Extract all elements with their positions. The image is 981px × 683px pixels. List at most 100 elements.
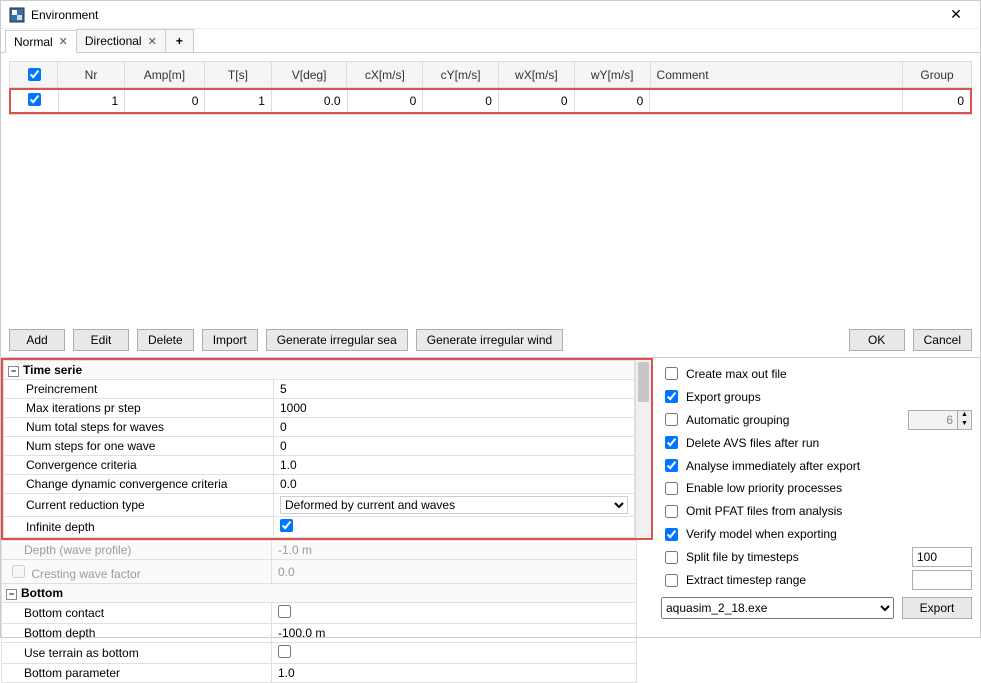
col-wy[interactable]: wY[m/s] <box>574 62 650 88</box>
cancel-button[interactable]: Cancel <box>913 329 972 351</box>
tab-label: Normal <box>14 35 53 49</box>
opt-analyse[interactable]: Analyse immediately after export <box>661 456 972 475</box>
prop-value[interactable]: 0.0 <box>274 475 635 494</box>
spinner-value: 6 <box>909 413 957 427</box>
import-button[interactable]: Import <box>202 329 258 351</box>
cell-group[interactable]: 0 <box>902 89 971 113</box>
prop-value: -1.0 m <box>272 541 637 560</box>
environment-row-highlight: 1 0 1 0.0 0 0 0 0 0 <box>9 88 972 114</box>
col-amp[interactable]: Amp[m] <box>124 62 204 88</box>
tab-normal[interactable]: Normal ✕ <box>5 30 77 53</box>
opt-export-groups[interactable]: Export groups <box>661 387 972 406</box>
opt-omit-pfat[interactable]: Omit PFAT files from analysis <box>661 502 972 521</box>
cell-cy[interactable]: 0 <box>423 89 499 113</box>
use-terrain-check[interactable] <box>278 645 291 658</box>
prop-label: Infinite depth <box>4 517 274 538</box>
section-time-serie[interactable]: −Time serie <box>4 361 635 380</box>
delete-button[interactable]: Delete <box>137 329 194 351</box>
app-icon <box>9 7 25 23</box>
prop-value[interactable]: Deformed by current and waves <box>274 494 635 517</box>
opt-low-priority[interactable]: Enable low priority processes <box>661 479 972 498</box>
col-nr[interactable]: Nr <box>58 62 125 88</box>
prop-value[interactable]: 0 <box>274 418 635 437</box>
col-comment[interactable]: Comment <box>650 62 903 88</box>
cell-wy[interactable]: 0 <box>574 89 650 113</box>
col-cy[interactable]: cY[m/s] <box>423 62 499 88</box>
opt-delete-avs[interactable]: Delete AVS files after run <box>661 433 972 452</box>
infinite-depth-check[interactable] <box>280 519 293 532</box>
split-file-value[interactable] <box>912 547 972 567</box>
opt-verify-model[interactable]: Verify model when exporting <box>661 525 972 544</box>
table-empty-area[interactable] <box>9 115 972 315</box>
environment-table: Nr Amp[m] T[s] V[deg] cX[m/s] cY[m/s] wX… <box>9 61 972 88</box>
prop-label: Current reduction type <box>4 494 274 517</box>
cell-cx[interactable]: 0 <box>347 89 423 113</box>
properties-scrollbar[interactable] <box>635 360 651 538</box>
col-wx[interactable]: wX[m/s] <box>499 62 575 88</box>
properties-grid: −Time serie Preincrement5 Max iterations… <box>3 360 635 538</box>
cell-comment[interactable] <box>650 89 902 113</box>
opt-create-max[interactable]: Create max out file <box>661 364 972 383</box>
prop-value[interactable]: 1000 <box>274 399 635 418</box>
cell-t[interactable]: 1 <box>205 89 272 113</box>
scrollbar-thumb[interactable] <box>638 362 649 402</box>
opt-auto-grouping[interactable]: Automatic grouping <box>661 410 902 429</box>
tab-add[interactable]: + <box>165 29 194 52</box>
col-group[interactable]: Group <box>903 62 972 88</box>
prop-value[interactable]: 1.0 <box>272 664 637 683</box>
cresting-check <box>12 565 25 578</box>
tab-close-icon[interactable]: ✕ <box>59 35 68 48</box>
tab-label: Directional <box>85 34 142 48</box>
collapse-icon[interactable]: − <box>8 366 19 377</box>
prop-value[interactable]: 5 <box>274 380 635 399</box>
prop-label: Bottom contact <box>2 603 272 624</box>
close-icon[interactable]: ✕ <box>940 6 972 23</box>
tab-close-icon[interactable]: ✕ <box>148 35 157 48</box>
auto-grouping-spinner: 6 ▲▼ <box>908 410 972 430</box>
prop-label: Change dynamic convergence criteria <box>4 475 274 494</box>
table-row[interactable]: 1 0 1 0.0 0 0 0 0 0 <box>10 89 971 113</box>
bottom-contact-check[interactable] <box>278 605 291 618</box>
collapse-icon[interactable]: − <box>6 589 17 600</box>
row-check[interactable] <box>28 93 41 106</box>
properties-grid-continued: Depth (wave profile)-1.0 m Cresting wave… <box>1 540 637 683</box>
opt-extract-timestep[interactable]: Extract timestep range <box>661 571 906 590</box>
generate-sea-button[interactable]: Generate irregular sea <box>266 329 408 351</box>
spin-up-icon: ▲ <box>958 411 971 420</box>
section-bottom[interactable]: −Bottom <box>2 584 637 603</box>
spin-down-icon: ▼ <box>958 420 971 429</box>
check-all[interactable] <box>28 68 41 81</box>
cell-v[interactable]: 0.0 <box>271 89 347 113</box>
prop-value[interactable]: 1.0 <box>274 456 635 475</box>
col-cx[interactable]: cX[m/s] <box>347 62 423 88</box>
cell-amp[interactable]: 0 <box>125 89 205 113</box>
prop-value[interactable]: 0 <box>274 437 635 456</box>
edit-button[interactable]: Edit <box>73 329 129 351</box>
export-options: Create max out file Export groups Automa… <box>653 358 980 625</box>
generate-wind-button[interactable]: Generate irregular wind <box>416 329 563 351</box>
add-button[interactable]: Add <box>9 329 65 351</box>
cell-nr[interactable]: 1 <box>58 89 125 113</box>
col-check[interactable] <box>10 62 58 88</box>
prop-value[interactable] <box>272 603 637 624</box>
col-t[interactable]: T[s] <box>205 62 272 88</box>
opt-split-file[interactable]: Split file by timesteps <box>661 548 906 567</box>
window-title: Environment <box>31 8 940 22</box>
prop-label: Max iterations pr step <box>4 399 274 418</box>
prop-label: Cresting wave factor <box>2 560 272 584</box>
export-button[interactable]: Export <box>902 597 972 619</box>
exe-select[interactable]: aquasim_2_18.exe <box>661 597 894 619</box>
cell-wx[interactable]: 0 <box>498 89 574 113</box>
prop-value[interactable] <box>274 517 635 538</box>
prop-value: 0.0 <box>272 560 637 584</box>
extract-timestep-value[interactable] <box>912 570 972 590</box>
prop-label: Convergence criteria <box>4 456 274 475</box>
prop-value[interactable]: -100.0 m <box>272 624 637 643</box>
col-v[interactable]: V[deg] <box>271 62 347 88</box>
prop-value[interactable] <box>272 643 637 664</box>
current-reduction-select[interactable]: Deformed by current and waves <box>280 496 628 514</box>
ok-button[interactable]: OK <box>849 329 905 351</box>
prop-label: Bottom depth <box>2 624 272 643</box>
tab-bar: Normal ✕ Directional ✕ + <box>1 29 980 53</box>
tab-directional[interactable]: Directional ✕ <box>76 29 166 52</box>
